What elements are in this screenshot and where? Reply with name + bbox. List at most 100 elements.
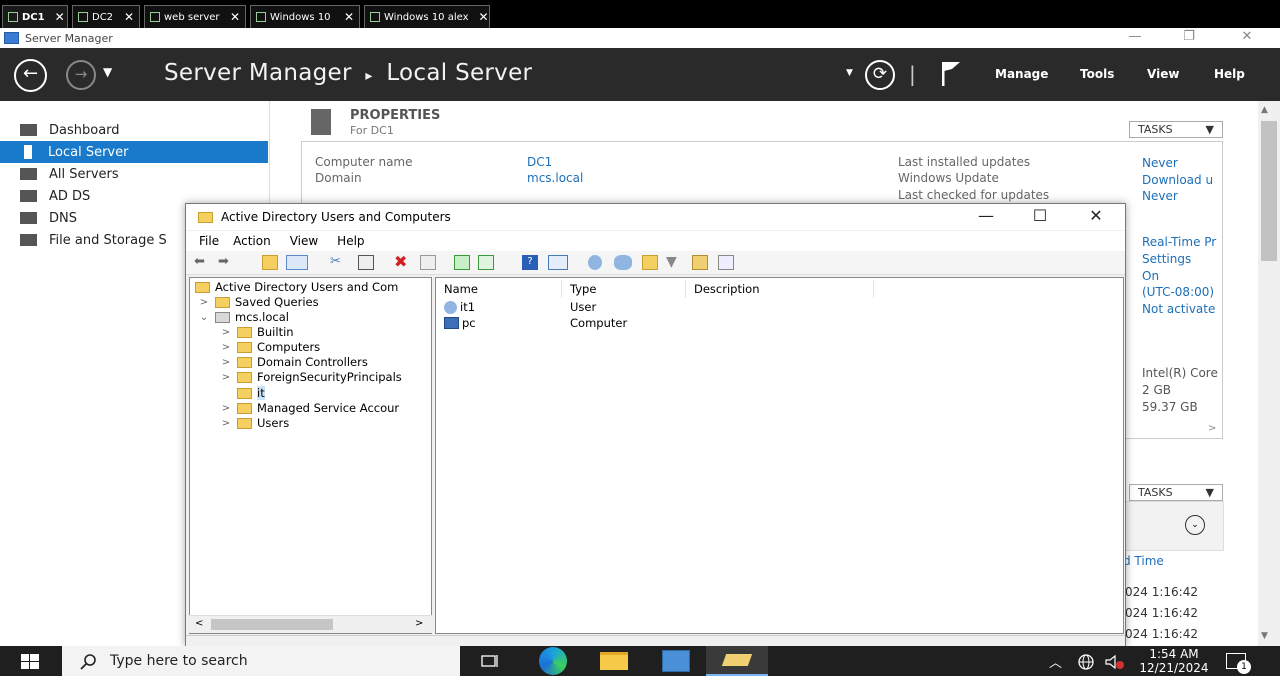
- menu-view[interactable]: View: [271, 231, 318, 251]
- column-header-description[interactable]: Description: [686, 280, 874, 298]
- close-icon[interactable]: ✕: [338, 10, 354, 24]
- scroll-right-icon[interactable]: >: [415, 618, 423, 629]
- close-icon[interactable]: ✕: [224, 10, 240, 24]
- restore-button[interactable]: ❐: [1166, 28, 1212, 48]
- vm-tab-windows-10-alex[interactable]: Windows 10 alex ✕: [364, 5, 490, 28]
- tree-node-managed-service-accounts[interactable]: > Managed Service Accour: [220, 401, 399, 415]
- property-value[interactable]: Never: [1142, 155, 1224, 172]
- close-icon[interactable]: ✕: [49, 10, 65, 24]
- vm-tab-windows-10[interactable]: Windows 10 ✕: [250, 5, 360, 28]
- task-view-icon[interactable]: [466, 646, 514, 676]
- minimize-button[interactable]: —: [1112, 28, 1158, 48]
- clock[interactable]: 1:54 AM 12/21/2024: [1137, 647, 1211, 675]
- property-value-computer-name[interactable]: DC1: [527, 155, 552, 169]
- scroll-left-icon[interactable]: <: [195, 618, 203, 629]
- tree-node-builtin[interactable]: > Builtin: [220, 325, 294, 339]
- windows-start-icon[interactable]: [21, 654, 39, 669]
- vm-tab-web-server[interactable]: web server ✕: [144, 5, 246, 28]
- chevron-down-icon[interactable]: ▼: [103, 65, 112, 79]
- aduc-minimize-button[interactable]: —: [958, 204, 1014, 230]
- refresh-icon[interactable]: ⟳: [865, 60, 895, 90]
- network-icon[interactable]: [1076, 653, 1098, 671]
- sidebar-item-dashboard[interactable]: Dashboard: [0, 119, 268, 141]
- chevron-right-icon[interactable]: >: [220, 327, 232, 338]
- back-icon[interactable]: ⬅: [194, 255, 210, 270]
- vm-tab-dc1[interactable]: DC1 ✕: [2, 5, 68, 28]
- aduc-maximize-button[interactable]: ☐: [1012, 204, 1068, 230]
- tree-horizontal-scrollbar[interactable]: < >: [189, 615, 432, 633]
- chevron-right-icon[interactable]: >: [220, 342, 232, 353]
- property-value[interactable]: Settings: [1142, 251, 1224, 268]
- tree-node-domain[interactable]: ⌄ mcs.local: [198, 310, 289, 324]
- tree-node-domain-controllers[interactable]: > Domain Controllers: [220, 355, 368, 369]
- property-value[interactable]: Not activate: [1142, 301, 1224, 318]
- property-value[interactable]: Download u: [1142, 172, 1224, 189]
- tree-node-users[interactable]: > Users: [220, 416, 289, 430]
- new-group-icon[interactable]: [614, 255, 632, 270]
- chevron-up-icon[interactable]: ︿: [1049, 652, 1062, 671]
- column-header-name[interactable]: Name: [436, 280, 562, 298]
- chevron-right-icon[interactable]: >: [220, 372, 232, 383]
- chevron-down-icon[interactable]: ▼: [846, 68, 853, 78]
- notification-flag-icon[interactable]: [940, 61, 962, 87]
- volume-muted-icon[interactable]: [1104, 654, 1126, 670]
- menu-action[interactable]: Action: [219, 231, 271, 251]
- tree-node-saved-queries[interactable]: > Saved Queries: [198, 295, 319, 309]
- edge-browser-icon[interactable]: [529, 646, 577, 676]
- chevron-down-icon[interactable]: ⌄: [198, 312, 210, 323]
- sidebar-item-local-server[interactable]: Local Server: [0, 141, 268, 163]
- property-value[interactable]: Never: [1142, 188, 1224, 205]
- server-manager-taskbar-icon[interactable]: [652, 646, 700, 676]
- properties-icon[interactable]: [420, 255, 436, 270]
- breadcrumb-root[interactable]: Server Manager: [164, 60, 352, 86]
- tree-root[interactable]: Active Directory Users and Com: [195, 280, 398, 294]
- scroll-down-icon[interactable]: ▼: [1261, 631, 1268, 641]
- aduc-taskbar-icon[interactable]: [706, 646, 768, 676]
- delete-icon[interactable]: ✖: [394, 254, 410, 270]
- cut-icon[interactable]: ✂: [330, 255, 346, 270]
- tree-node-computers[interactable]: > Computers: [220, 340, 320, 354]
- list-item-it1[interactable]: it1: [444, 300, 475, 314]
- expand-icon[interactable]: ⌄: [1185, 515, 1205, 535]
- menu-view[interactable]: View: [1147, 67, 1179, 81]
- menu-help[interactable]: Help: [1214, 67, 1245, 81]
- list-item-pc[interactable]: pc: [444, 316, 476, 330]
- menu-file[interactable]: File: [186, 231, 219, 251]
- new-ou-icon[interactable]: [642, 255, 658, 270]
- tasks-dropdown[interactable]: TASKS ▼: [1129, 121, 1223, 138]
- up-folder-icon[interactable]: [262, 255, 278, 270]
- menu-tools[interactable]: Tools: [1080, 67, 1114, 81]
- add-to-group-icon[interactable]: [718, 255, 734, 270]
- close-button[interactable]: ✕: [1224, 28, 1270, 48]
- close-icon[interactable]: ✕: [118, 10, 134, 24]
- copy-icon[interactable]: [358, 255, 374, 270]
- chevron-right-icon[interactable]: >: [198, 297, 210, 308]
- show-action-pane-icon[interactable]: [548, 255, 568, 270]
- forward-arrow-icon[interactable]: →: [66, 60, 96, 90]
- close-icon[interactable]: ✕: [473, 10, 489, 24]
- refresh-icon[interactable]: [454, 255, 470, 270]
- help-icon[interactable]: ?: [522, 255, 538, 270]
- scrollbar-thumb[interactable]: [211, 619, 333, 630]
- tree-node-foreign-security-principals[interactable]: > ForeignSecurityPrincipals: [220, 370, 402, 384]
- column-header-time[interactable]: d Time: [1123, 554, 1164, 568]
- find-icon[interactable]: [692, 255, 708, 270]
- scrollbar-thumb[interactable]: [1261, 121, 1277, 261]
- back-arrow-icon[interactable]: ←: [14, 59, 47, 92]
- vm-tab-dc2[interactable]: DC2 ✕: [72, 5, 140, 28]
- property-value[interactable]: (UTC-08:00): [1142, 284, 1224, 301]
- tree-node-it[interactable]: it: [220, 386, 265, 400]
- menu-manage[interactable]: Manage: [995, 67, 1048, 81]
- notification-center-icon[interactable]: 1: [1226, 653, 1251, 674]
- aduc-close-button[interactable]: ✕: [1068, 204, 1124, 230]
- file-explorer-icon[interactable]: [590, 646, 638, 676]
- chevron-right-icon[interactable]: >: [220, 357, 232, 368]
- forward-icon[interactable]: ➡: [218, 255, 234, 270]
- sidebar-item-all-servers[interactable]: All Servers: [0, 163, 268, 185]
- taskbar-search-box[interactable]: Type here to search: [62, 646, 460, 676]
- export-list-icon[interactable]: [478, 255, 494, 270]
- chevron-right-icon[interactable]: >: [220, 418, 232, 429]
- scroll-up-icon[interactable]: ▲: [1261, 105, 1268, 115]
- property-value-domain[interactable]: mcs.local: [527, 171, 583, 185]
- chevron-right-icon[interactable]: >: [220, 403, 232, 414]
